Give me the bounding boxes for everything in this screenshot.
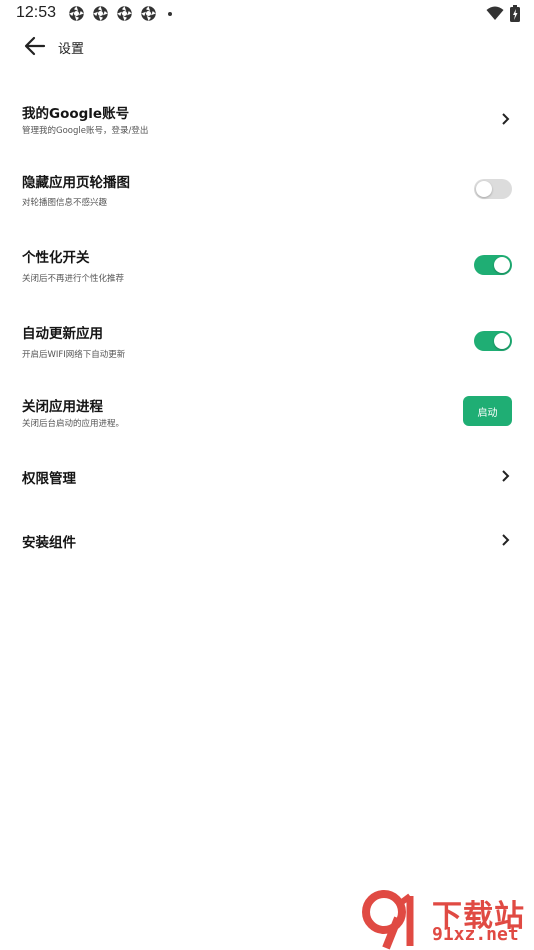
google-account-subtitle: 管理我的Google账号，登录/登出	[22, 126, 149, 136]
auto-update-toggle[interactable]	[474, 331, 512, 351]
toggle-knob	[494, 257, 510, 273]
personalization-toggle[interactable]	[474, 255, 512, 275]
close-process-title: 关闭应用进程	[22, 399, 103, 415]
more-notifications-dot	[168, 11, 172, 16]
auto-update-subtitle: 开启后WIFI网络下自动更新	[22, 350, 126, 360]
personalization-row: 个性化开关 关闭后不再进行个性化推荐	[0, 238, 534, 288]
back-arrow-icon	[24, 36, 46, 56]
personalization-subtitle: 关闭后不再进行个性化推荐	[22, 274, 125, 284]
auto-update-row: 自动更新应用 开启后WIFI网络下自动更新	[0, 313, 534, 363]
back-button[interactable]	[22, 34, 48, 58]
toggle-knob	[494, 333, 510, 349]
page-title: 设置	[58, 42, 85, 57]
toggle-knob	[476, 181, 492, 197]
app-bar: 设置	[0, 30, 534, 62]
start-button[interactable]: 启动	[463, 396, 512, 426]
status-time: 12:53	[16, 4, 57, 21]
system-icons	[486, 5, 520, 22]
personalization-title: 个性化开关	[22, 250, 90, 266]
google-account-row[interactable]: 我的Google账号 管理我的Google账号，登录/登出	[0, 92, 534, 142]
settings-notification-icon	[141, 6, 156, 21]
permissions-row[interactable]: 权限管理	[0, 460, 534, 494]
status-bar: 12:53	[0, 0, 534, 28]
chevron-right-icon	[502, 113, 510, 125]
auto-update-title: 自动更新应用	[22, 326, 103, 342]
google-account-title: 我的Google账号	[22, 106, 130, 122]
hide-carousel-title: 隐藏应用页轮播图	[22, 175, 130, 191]
chevron-right-icon	[502, 470, 510, 482]
settings-notification-icon	[93, 6, 108, 21]
close-process-subtitle: 关闭后台启动的应用进程。	[22, 419, 125, 429]
settings-notification-icon	[69, 6, 84, 21]
install-components-row[interactable]: 安装组件	[0, 524, 534, 558]
close-process-row: 关闭应用进程 关闭后台启动的应用进程。 启动	[0, 388, 534, 438]
settings-notification-icon	[117, 6, 132, 21]
permissions-title: 权限管理	[22, 471, 76, 487]
hide-carousel-subtitle: 对轮播图信息不感兴趣	[22, 198, 108, 208]
hide-carousel-toggle[interactable]	[474, 179, 512, 199]
watermark-bottom-text: 91xz.net	[432, 924, 519, 945]
notification-icons	[68, 5, 172, 22]
hide-carousel-row: 隐藏应用页轮播图 对轮播图信息不感兴趣	[0, 162, 534, 212]
wifi-icon	[486, 6, 504, 20]
chevron-right-icon	[502, 534, 510, 546]
battery-icon	[510, 5, 520, 22]
install-components-title: 安装组件	[22, 535, 76, 551]
watermark: 下载站 91xz.net	[362, 888, 532, 950]
watermark-logo-icon	[362, 890, 414, 950]
